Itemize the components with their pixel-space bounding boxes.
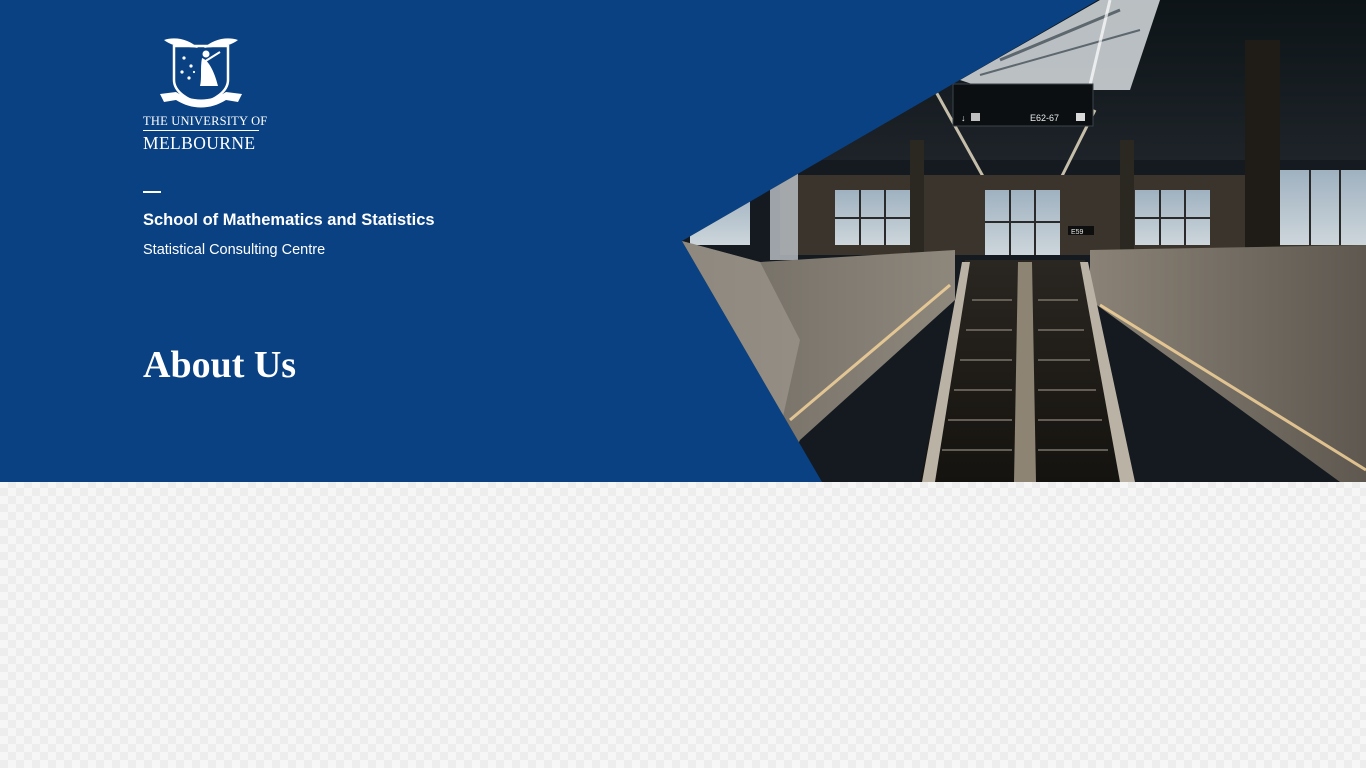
university-name-line1: THE UNIVERSITY OF xyxy=(143,114,268,128)
university-name-line2: MELBOURNE xyxy=(143,133,256,153)
unit-name[interactable]: Statistical Consulting Centre xyxy=(143,240,325,260)
university-crest-icon xyxy=(160,38,242,108)
svg-text:↓: ↓ xyxy=(961,113,966,123)
university-logo[interactable]: THE UNIVERSITY OF MELBOURNE xyxy=(143,36,268,153)
page-title: About Us xyxy=(143,344,297,386)
university-name-divider xyxy=(143,130,259,131)
sign-gates-text: E62-67 xyxy=(1030,113,1059,123)
hero-banner: E62-67 ↓ E59 THE UNIVERSITY OF MELBOURNE… xyxy=(0,0,1366,482)
title-accent-dash xyxy=(143,191,161,193)
sign-gate-text: E59 xyxy=(1071,229,1084,236)
school-name[interactable]: School of Mathematics and Statistics xyxy=(143,209,435,231)
